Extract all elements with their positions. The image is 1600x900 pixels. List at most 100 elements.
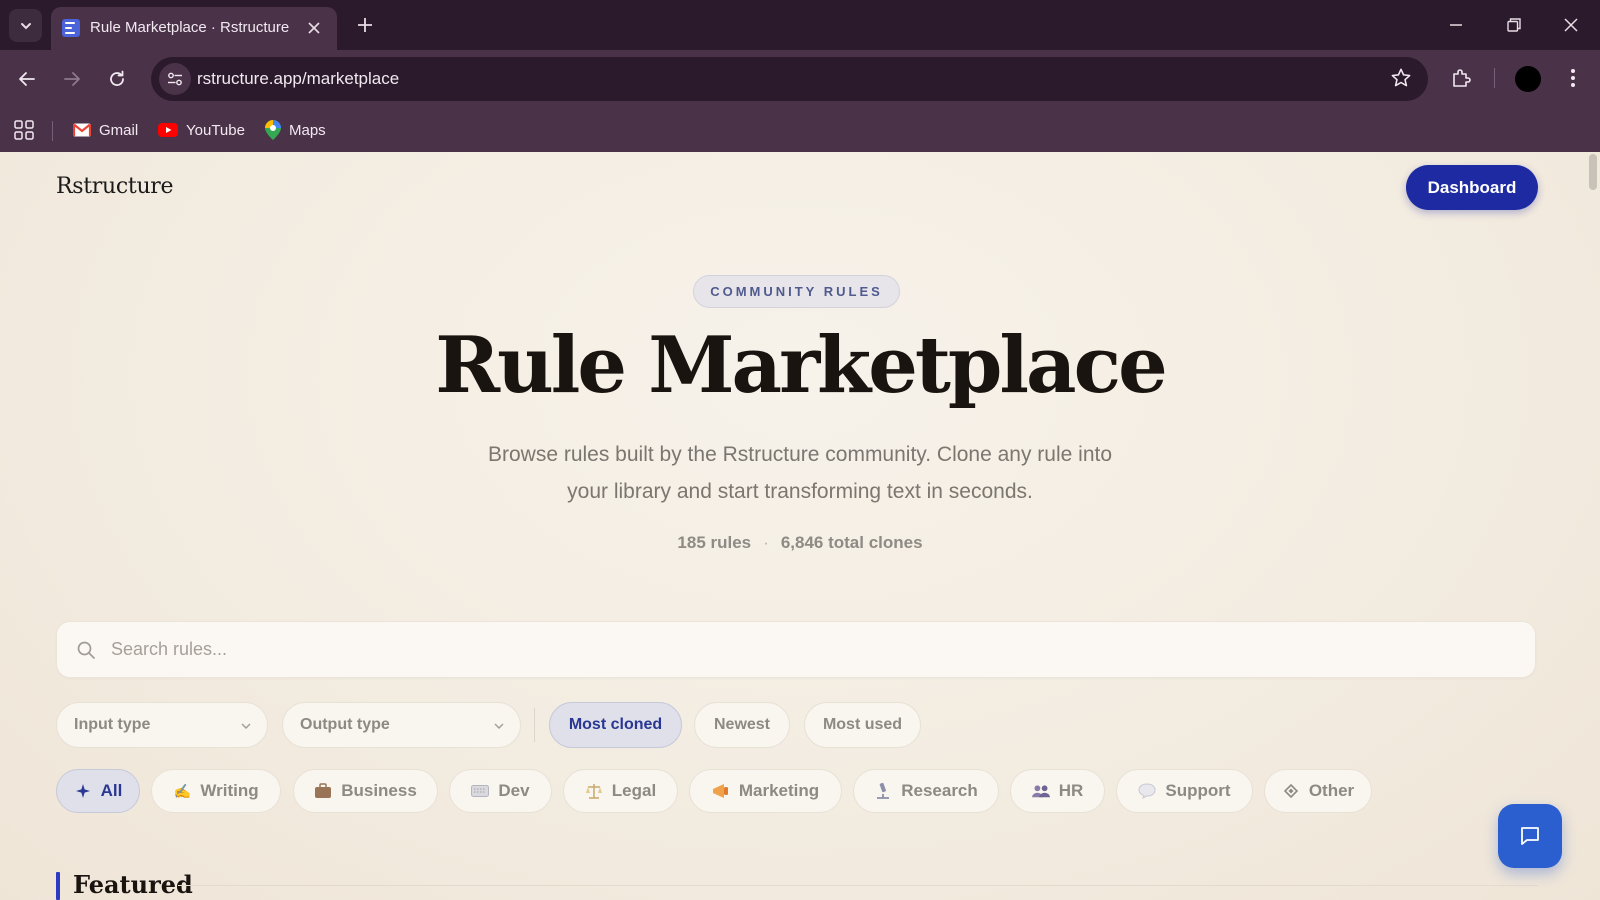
page-title: Rule Marketplace	[435, 320, 1167, 411]
puzzle-icon	[1453, 69, 1471, 87]
tune-icon	[168, 72, 182, 86]
category-support[interactable]: Support	[1116, 769, 1253, 813]
category-hr[interactable]: HR	[1010, 769, 1105, 813]
bookmark-gmail[interactable]: Gmail	[73, 118, 138, 142]
community-rules-badge: COMMUNITY RULES	[693, 275, 900, 308]
active-tab[interactable]: Rule Marketplace · Rstructure	[51, 7, 337, 50]
bookmark-label: YouTube	[186, 121, 245, 139]
category-label: Research	[901, 781, 978, 800]
output-type-label: Output type	[300, 716, 390, 733]
chevron-down-icon	[241, 723, 251, 729]
document-icon	[62, 19, 80, 37]
sort-most-used[interactable]: Most used	[804, 702, 921, 748]
brand-logo[interactable]: Rstructure	[56, 174, 174, 199]
browser-tab-bar: Rule Marketplace · Rstructure	[0, 0, 1600, 50]
microscope-icon	[874, 782, 892, 800]
chevron-down-icon	[494, 723, 504, 729]
bookmark-maps[interactable]: Maps	[265, 118, 326, 142]
browser-toolbar: rstructure.app/marketplace Gmail YouTube…	[0, 50, 1600, 157]
reload-icon	[110, 70, 124, 86]
new-tab-button[interactable]	[352, 12, 378, 38]
scrollbar-thumb[interactable]	[1589, 154, 1597, 190]
output-type-select[interactable]: Output type	[282, 702, 521, 748]
reload-button[interactable]	[100, 62, 134, 96]
bookmark-star-button[interactable]	[1390, 67, 1414, 91]
featured-heading: Featured	[73, 870, 193, 899]
featured-divider	[178, 885, 1538, 886]
close-window-button[interactable]	[1553, 10, 1589, 40]
search-box[interactable]	[56, 621, 1536, 678]
maps-icon	[265, 120, 281, 140]
chat-icon	[1521, 827, 1539, 845]
toolbar-divider	[1494, 68, 1495, 88]
featured-accent-bar	[56, 872, 60, 900]
briefcase-icon	[314, 782, 332, 800]
bookmarks-separator	[52, 121, 53, 141]
category-marketing[interactable]: Marketing	[689, 769, 842, 813]
search-input[interactable]	[111, 622, 1511, 677]
marketplace-stats: 185 rules · 6,846 total clones	[0, 533, 1600, 553]
page-content: Rstructure Dashboard COMMUNITY RULES Rul…	[0, 152, 1600, 900]
restore-icon	[1507, 18, 1521, 32]
close-icon	[308, 22, 320, 34]
category-business[interactable]: Business	[293, 769, 438, 813]
dashboard-button[interactable]: Dashboard	[1406, 165, 1538, 210]
restore-button[interactable]	[1496, 10, 1532, 40]
close-icon	[1564, 18, 1578, 32]
writing-hand-icon: ✍	[173, 782, 192, 799]
sort-most-cloned[interactable]: Most cloned	[549, 702, 682, 748]
category-dev[interactable]: Dev	[449, 769, 552, 813]
extensions-button[interactable]	[1446, 63, 1476, 93]
category-all[interactable]: All	[56, 769, 140, 813]
chevron-down-icon	[20, 22, 31, 29]
tab-search-button[interactable]	[9, 9, 42, 42]
scales-icon	[585, 782, 603, 800]
category-label: Business	[341, 781, 417, 800]
arrow-left-icon	[19, 72, 35, 86]
category-other[interactable]: Other	[1264, 769, 1372, 813]
back-button[interactable]	[10, 62, 44, 96]
megaphone-icon	[712, 782, 730, 800]
rules-count: 185 rules	[677, 533, 752, 552]
category-label: Writing	[200, 781, 259, 800]
category-label: Dev	[498, 781, 530, 800]
subtitle-line: your library and start transforming text…	[567, 480, 1033, 503]
sort-newest[interactable]: Newest	[694, 702, 790, 748]
clones-count: 6,846 total clones	[780, 533, 923, 552]
profile-avatar[interactable]	[1515, 66, 1541, 92]
site-info-button[interactable]	[159, 63, 191, 95]
input-type-label: Input type	[74, 716, 151, 733]
url-text[interactable]: rstructure.app/marketplace	[197, 69, 399, 89]
category-label: Other	[1308, 781, 1355, 800]
input-type-select[interactable]: Input type	[56, 702, 268, 748]
category-research[interactable]: Research	[853, 769, 999, 813]
gmail-icon	[73, 123, 91, 137]
more-vertical-icon	[1571, 69, 1575, 87]
chat-button[interactable]	[1498, 804, 1562, 868]
category-label: HR	[1058, 781, 1084, 800]
bookmark-label: Gmail	[99, 121, 139, 139]
minimize-button[interactable]	[1438, 10, 1474, 40]
minimize-icon	[1450, 24, 1462, 26]
forward-button[interactable]	[55, 62, 89, 96]
sparkle-icon	[74, 782, 92, 800]
youtube-icon	[158, 123, 178, 137]
apps-button[interactable]	[14, 120, 34, 145]
keyboard-icon	[471, 782, 490, 800]
bookmark-label: Maps	[289, 121, 326, 139]
category-label: Legal	[611, 781, 657, 800]
category-label: All	[100, 781, 123, 800]
category-legal[interactable]: Legal	[563, 769, 678, 813]
speech-bubble-icon	[1138, 782, 1156, 800]
tab-title: Rule Marketplace · Rstructure	[90, 19, 290, 36]
bookmark-youtube[interactable]: YouTube	[158, 118, 245, 142]
diamond-icon	[1282, 782, 1300, 800]
address-bar[interactable]: rstructure.app/marketplace	[151, 57, 1428, 101]
apps-grid-icon	[14, 120, 34, 140]
category-label: Marketing	[738, 781, 820, 800]
category-writing[interactable]: ✍ Writing	[151, 769, 281, 813]
tab-close-button[interactable]	[303, 17, 325, 39]
stats-separator: ·	[763, 533, 769, 552]
filter-divider	[534, 708, 535, 742]
browser-menu-button[interactable]	[1558, 63, 1588, 93]
